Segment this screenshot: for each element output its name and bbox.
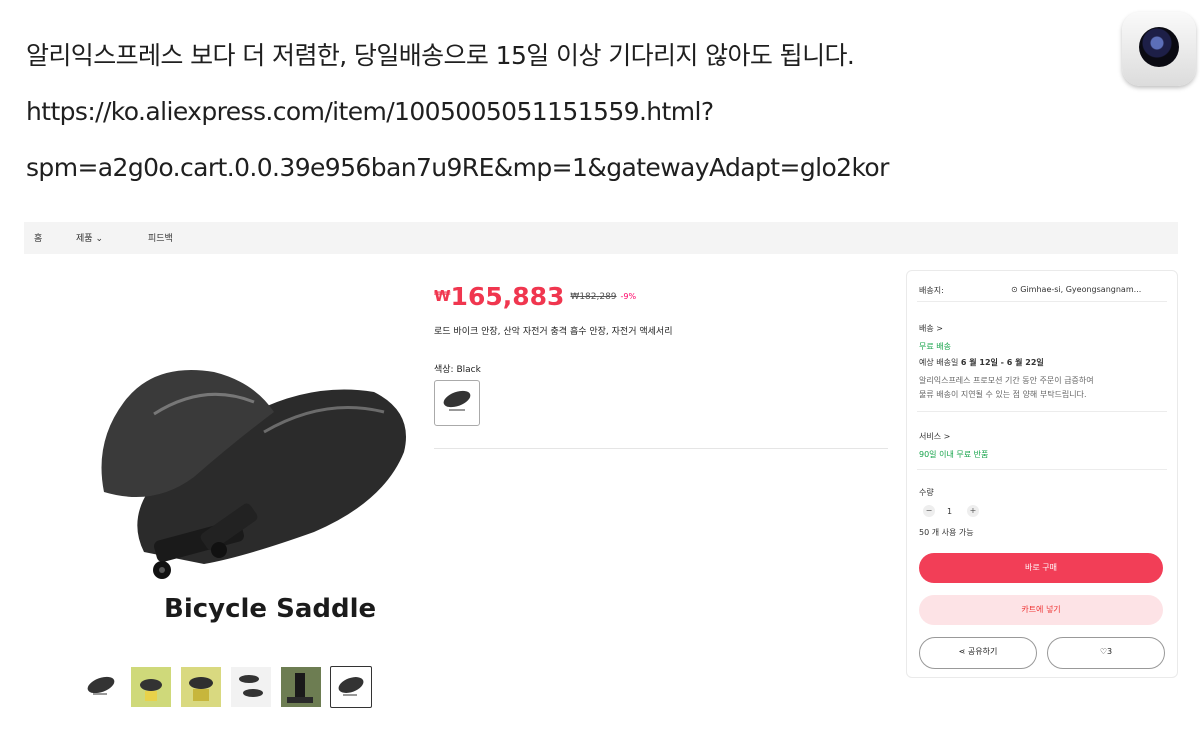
shipping-link[interactable]: 배송 > xyxy=(919,323,943,334)
location-pin-icon: ⊙ xyxy=(1011,285,1021,294)
ship-to-value: Gimhae-si, Gyeongsangnam... xyxy=(1020,285,1142,294)
panel-divider xyxy=(917,301,1167,302)
nav-products-label: 제품 xyxy=(76,234,93,244)
purchase-panel: 배송지: ⊙ Gimhae-si, Gyeongsangnam... 배송 > … xyxy=(906,270,1178,678)
current-price: 165,883 xyxy=(450,282,565,311)
delivery-estimate: 예상 배송일 6 월 12일 - 6 월 22일 xyxy=(919,357,1044,368)
nav-feedback[interactable]: 피드백 xyxy=(148,231,173,244)
currency-symbol: ₩ xyxy=(434,287,451,305)
share-icon: ⋖ xyxy=(958,647,968,656)
message-line-1: 알리익스프레스 보다 더 저렴한, 당일배송으로 15일 이상 기다리지 않아도… xyxy=(26,41,855,70)
buy-now-button[interactable]: 바로 구매 xyxy=(919,553,1163,583)
top-nav: 홈 제품 ⌄ 피드백 xyxy=(24,222,1178,254)
original-price: ₩182,289 xyxy=(570,292,617,302)
quantity-increase-button[interactable]: + xyxy=(967,505,979,517)
color-label: 색상: Black xyxy=(434,365,481,375)
share-label: 공유하기 xyxy=(967,647,998,656)
price-block: ₩165,883 ₩182,289 -9% xyxy=(434,282,636,311)
message-link-line-2[interactable]: spm=a2g0o.cart.0.0.39e956ban7u9RE&mp=1&g… xyxy=(26,140,1106,196)
wishlist-button[interactable]: ♡3 xyxy=(1047,637,1165,669)
thumbnail-6-selected[interactable] xyxy=(330,666,372,708)
product-image-saddle[interactable] xyxy=(84,302,424,642)
discount-badge: -9% xyxy=(620,292,637,301)
panel-divider xyxy=(917,469,1167,470)
free-return: 90일 이내 무료 반품 xyxy=(919,450,989,459)
thumbnail-3[interactable] xyxy=(180,666,222,708)
wishlist-count: 3 xyxy=(1107,647,1113,656)
chevron-down-icon: ⌄ xyxy=(95,234,103,244)
ship-to-label: 배송지: xyxy=(919,286,944,295)
quantity-decrease-button[interactable]: − xyxy=(923,505,935,517)
thumbnail-5[interactable] xyxy=(280,666,322,708)
divider xyxy=(434,448,888,449)
delivery-dates: 6 월 12일 - 6 월 22일 xyxy=(960,358,1044,367)
thumbnail-4[interactable] xyxy=(230,666,272,708)
nav-products[interactable]: 제품 ⌄ xyxy=(76,231,103,244)
thumbnail-1[interactable] xyxy=(80,666,122,708)
nav-home[interactable]: 홈 xyxy=(34,231,42,244)
camera-app-icon[interactable] xyxy=(1122,12,1196,86)
quantity-value[interactable]: 1 xyxy=(947,507,952,516)
saddle-swatch-icon xyxy=(443,390,471,411)
quantity-label: 수량 xyxy=(919,488,934,497)
delivery-prefix: 예상 배송일 xyxy=(919,358,959,367)
product-page-screenshot: 홈 제품 ⌄ 피드백 Bicycle Saddle ₩165,883 ₩182,2… xyxy=(24,222,1178,708)
delivery-note-1: 알리익스프레스 프로모션 기간 동안 주문이 급증하여 xyxy=(919,376,1094,385)
stock-available: 50 개 사용 가능 xyxy=(919,528,974,537)
service-link[interactable]: 서비스 > xyxy=(919,431,950,442)
message-link-line-1[interactable]: https://ko.aliexpress.com/item/100500505… xyxy=(26,84,1106,140)
product-title: 로드 바이크 안장, 산악 자전거 충격 흡수 안장, 자전거 액세서리 xyxy=(434,327,673,337)
panel-divider xyxy=(917,411,1167,412)
ship-to-location[interactable]: ⊙ Gimhae-si, Gyeongsangnam... xyxy=(1011,285,1141,294)
free-shipping: 무료 배송 xyxy=(919,342,951,351)
camera-lens-icon xyxy=(1139,27,1179,67)
heart-icon: ♡ xyxy=(1099,647,1108,656)
thumbnail-2[interactable] xyxy=(130,666,172,708)
add-to-cart-button[interactable]: 카트에 넣기 xyxy=(919,595,1163,625)
delivery-note-2: 물류 배송이 지연될 수 있는 점 양해 부탁드립니다. xyxy=(919,390,1087,399)
image-caption: Bicycle Saddle xyxy=(164,594,377,624)
chat-message: 알리익스프레스 보다 더 저렴한, 당일배송으로 15일 이상 기다리지 않아도… xyxy=(26,28,1106,196)
share-button[interactable]: ⋖ 공유하기 xyxy=(919,637,1037,669)
color-option-black[interactable] xyxy=(434,380,480,426)
